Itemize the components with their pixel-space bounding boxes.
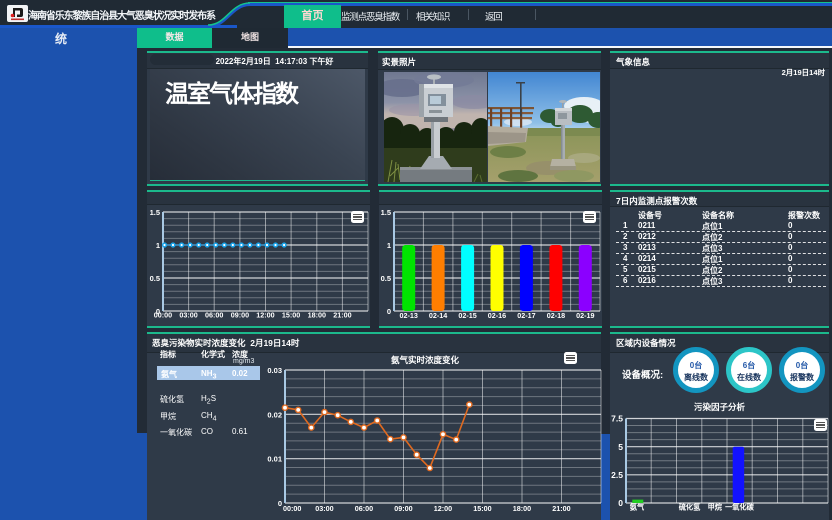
svg-text:03:00: 03:00	[315, 504, 333, 513]
svg-text:03:00: 03:00	[179, 311, 197, 320]
svg-text:06:00: 06:00	[355, 504, 373, 513]
svg-text:02-14: 02-14	[429, 311, 447, 320]
svg-text:18:00: 18:00	[513, 504, 531, 513]
svg-text:0: 0	[618, 498, 623, 508]
svg-text:氨气: 氨气	[630, 503, 645, 512]
svg-text:甲烷: 甲烷	[708, 503, 723, 512]
svg-text:1.5: 1.5	[381, 208, 391, 217]
svg-text:1: 1	[156, 241, 160, 250]
svg-text:0.5: 0.5	[150, 274, 160, 283]
svg-text:02-18: 02-18	[547, 311, 565, 320]
svg-text:21:00: 21:00	[333, 311, 351, 320]
svg-text:1: 1	[387, 241, 391, 250]
svg-text:15:00: 15:00	[473, 504, 491, 513]
svg-text:15:00: 15:00	[282, 311, 300, 320]
svg-text:0: 0	[387, 307, 391, 316]
svg-text:硫化氢: 硫化氢	[679, 503, 701, 512]
svg-text:02-17: 02-17	[517, 311, 535, 320]
svg-text:12:00: 12:00	[434, 504, 452, 513]
svg-text:0.03: 0.03	[267, 366, 282, 375]
svg-text:一氧化碳: 一氧化碳	[725, 503, 755, 512]
svg-text:00:00: 00:00	[154, 311, 172, 320]
svg-text:0: 0	[278, 499, 282, 508]
svg-text:02-16: 02-16	[488, 311, 506, 320]
svg-text:18:00: 18:00	[308, 311, 326, 320]
svg-text:12:00: 12:00	[256, 311, 274, 320]
svg-text:21:00: 21:00	[552, 504, 570, 513]
svg-text:0.02: 0.02	[267, 410, 282, 419]
svg-text:2.5: 2.5	[611, 470, 623, 480]
svg-text:0.5: 0.5	[381, 274, 391, 283]
svg-text:0.01: 0.01	[267, 455, 282, 464]
svg-text:5: 5	[618, 442, 623, 452]
svg-text:1.5: 1.5	[150, 208, 160, 217]
svg-text:7.5: 7.5	[611, 414, 623, 424]
svg-text:02-19: 02-19	[576, 311, 594, 320]
svg-text:02-15: 02-15	[458, 311, 476, 320]
svg-text:09:00: 09:00	[231, 311, 249, 320]
svg-text:06:00: 06:00	[205, 311, 223, 320]
svg-text:00:00: 00:00	[283, 504, 301, 513]
svg-text:02-13: 02-13	[400, 311, 418, 320]
svg-text:09:00: 09:00	[394, 504, 412, 513]
